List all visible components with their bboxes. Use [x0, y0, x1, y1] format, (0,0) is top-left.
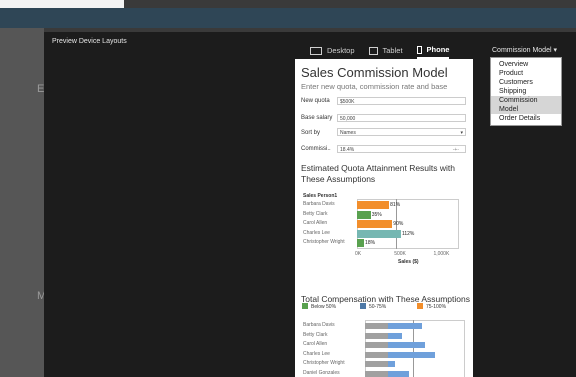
comp-bar [365, 323, 388, 329]
browser-tab-fragment [0, 0, 124, 8]
comp-bar [387, 342, 426, 348]
comp-bar [387, 351, 435, 358]
menu-item[interactable]: Shipping [491, 87, 561, 96]
comp-bar [365, 332, 388, 339]
category-label: Carol Allen [303, 341, 328, 347]
phone-preview: Sales Commission Model Enter new quota, … [295, 59, 473, 377]
tab-desktop[interactable]: Desktop [310, 45, 355, 59]
category-label: Barbara Davis [303, 322, 335, 328]
category-label: Daniel Gonzales [303, 369, 340, 376]
menu-item[interactable]: Overview [491, 60, 561, 69]
category-label: Betty Clark [303, 331, 328, 338]
comp-bar [387, 323, 422, 329]
menu-item[interactable]: Order Details [491, 114, 561, 123]
sheet-dropdown-menu: Overview Product Customers Shipping Comm… [490, 57, 562, 126]
menu-item[interactable]: Product [491, 69, 561, 78]
sheet-selector[interactable]: Commission Model ▾ [492, 46, 557, 54]
menu-item[interactable]: Customers [491, 78, 561, 87]
dialog-title: Preview Device Layouts [52, 38, 127, 45]
comp-bar [387, 370, 409, 377]
desktop-icon [310, 46, 322, 55]
comp-bar [387, 332, 403, 339]
comp-bar [365, 370, 388, 377]
comp-bar [365, 361, 388, 367]
phone-icon [416, 45, 422, 54]
tablet-icon [368, 46, 378, 55]
device-tabs: Desktop Tablet Phone [310, 45, 450, 59]
category-label: Charles Lee [303, 350, 330, 357]
comp-bar [387, 361, 396, 367]
tab-phone[interactable]: Phone [416, 45, 450, 59]
tab-label: Tablet [382, 46, 403, 55]
tab-tablet[interactable]: Tablet [368, 45, 403, 59]
compensation-chart: Barbara Davis Betty Clark Carol Allen Charl… [295, 59, 473, 377]
app-sidebar-background [0, 28, 44, 377]
comp-bar [365, 351, 388, 358]
menu-item-selected[interactable]: Commission Model [491, 96, 561, 114]
tab-label: Phone [426, 45, 450, 54]
comp-bar [365, 342, 388, 348]
app-toolbar-background [0, 8, 576, 28]
tab-label: Desktop [327, 46, 355, 55]
sheet-selector-value: Commission Model [492, 47, 552, 54]
caret-down-icon: ▾ [553, 47, 557, 54]
category-label: Christopher Wright [303, 360, 345, 366]
